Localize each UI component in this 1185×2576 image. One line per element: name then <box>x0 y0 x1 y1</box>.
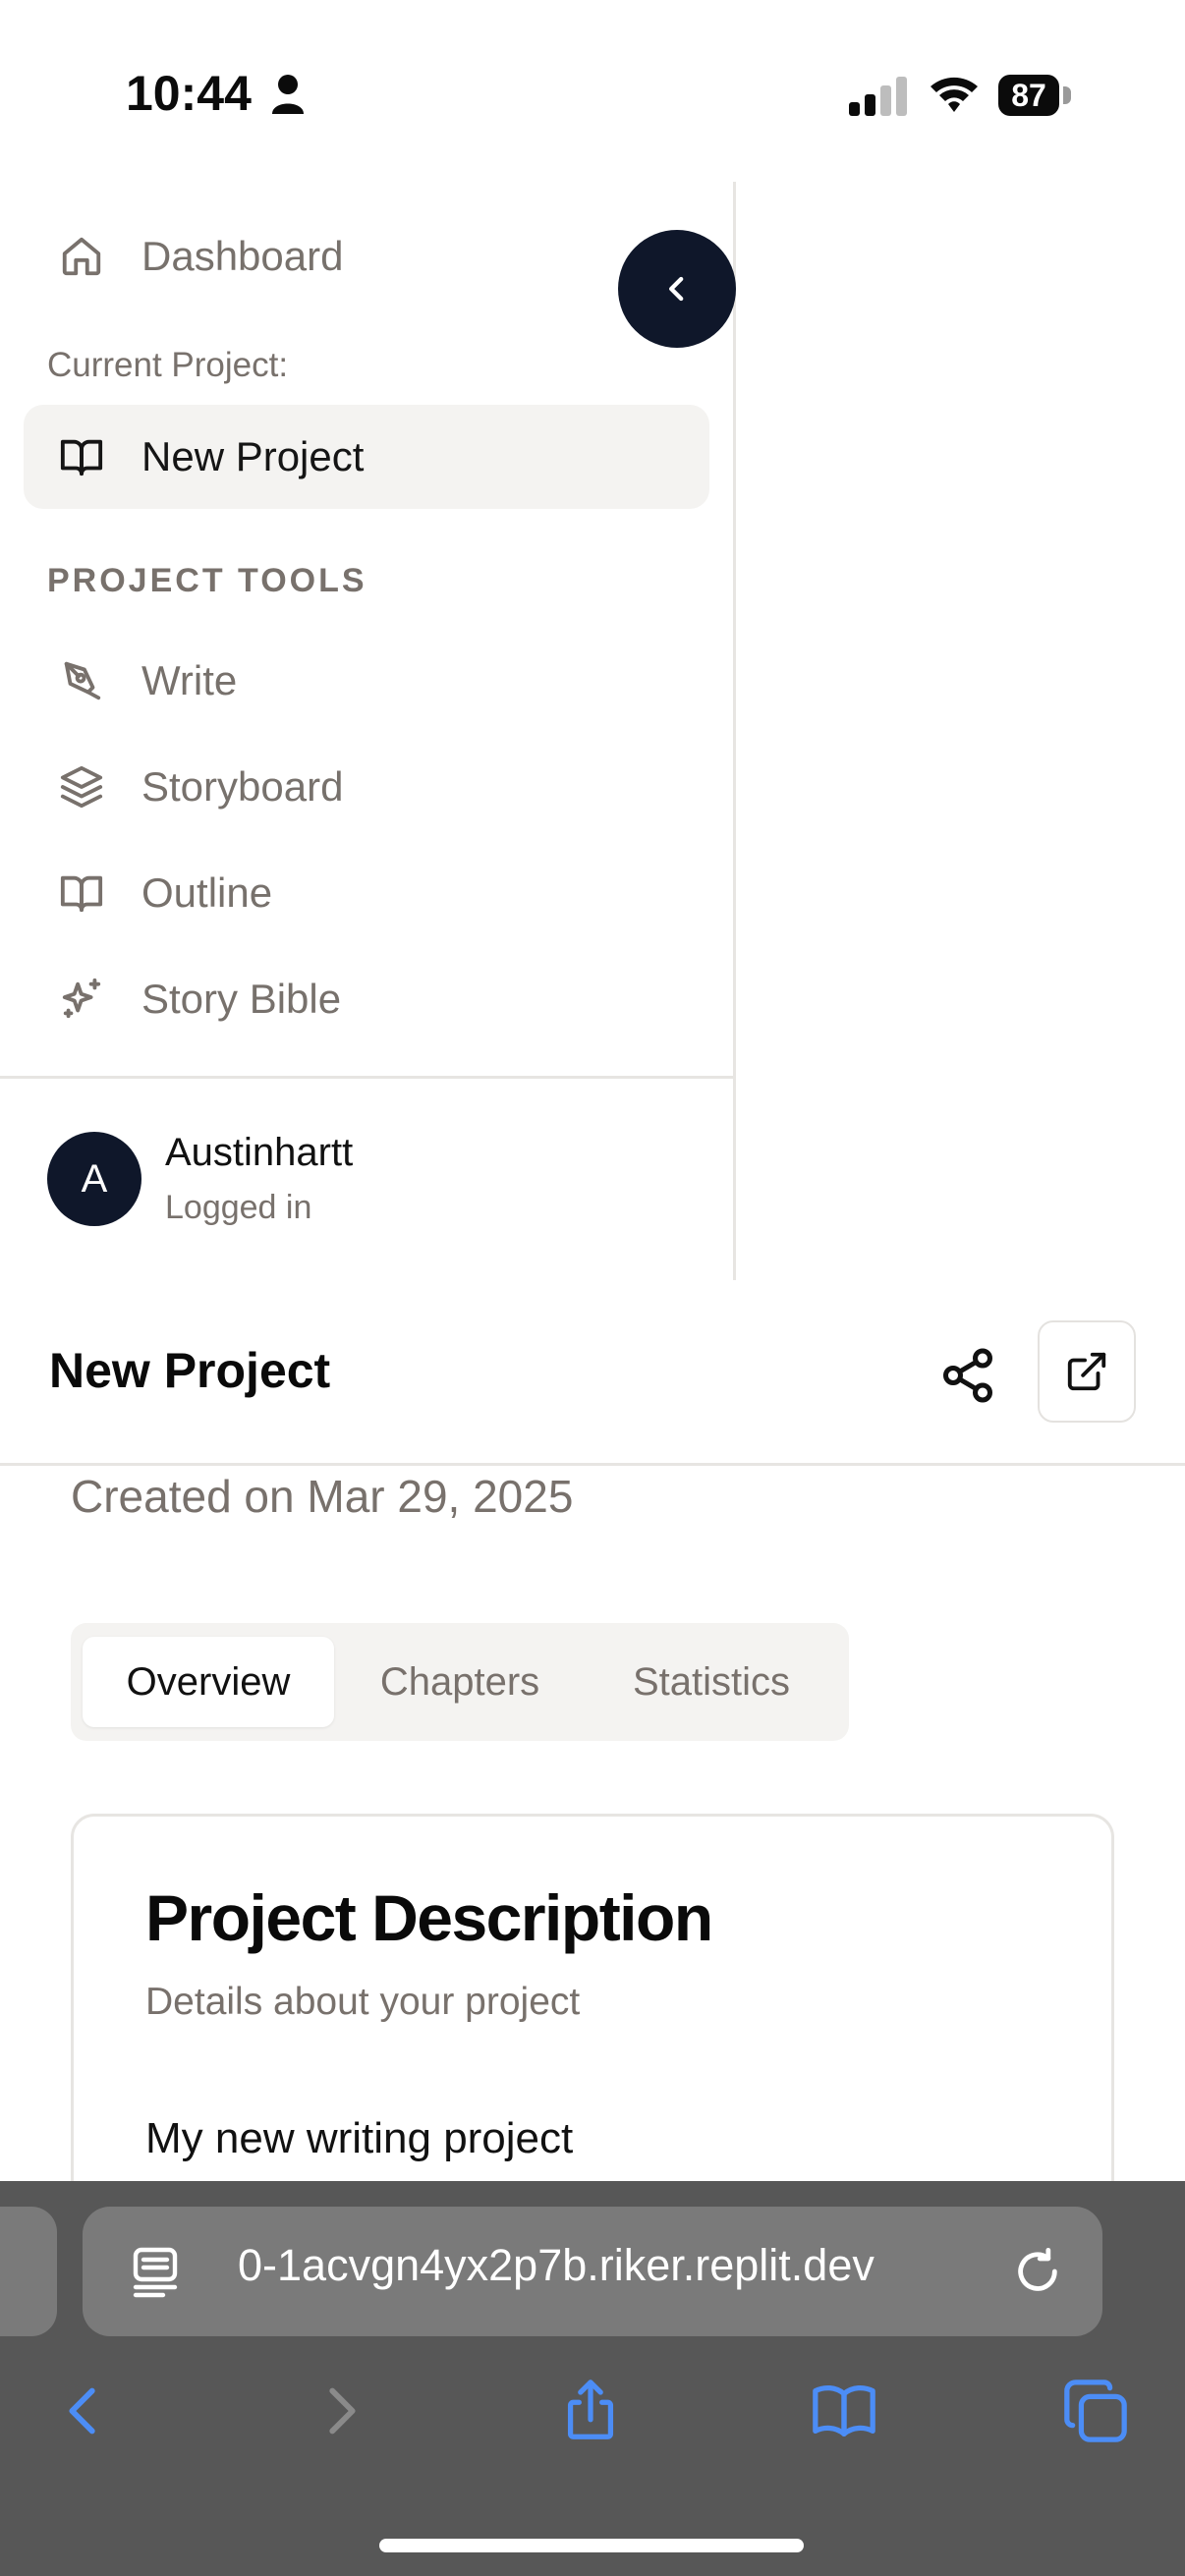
previous-tab-preview[interactable] <box>0 2207 57 2336</box>
battery-icon: 87 <box>998 75 1059 116</box>
created-date: Created on Mar 29, 2025 <box>71 1471 574 1522</box>
book-open-icon <box>60 439 103 476</box>
pen-icon <box>64 661 101 700</box>
avatar[interactable]: A <box>47 1132 141 1226</box>
status-time: 10:44 <box>126 66 252 121</box>
tab-chapters[interactable]: Chapters <box>346 1637 574 1727</box>
sidebar-divider <box>0 1076 733 1079</box>
book-open-icon <box>60 875 103 913</box>
open-external-button[interactable] <box>1038 1320 1136 1423</box>
tab-overview[interactable]: Overview <box>83 1637 334 1727</box>
user-status: Logged in <box>165 1189 312 1226</box>
tab-list: Overview Chapters Statistics <box>71 1623 849 1741</box>
home-icon <box>62 237 101 276</box>
bookmarks-icon[interactable] <box>810 2376 878 2446</box>
battery-level: 87 <box>1011 77 1046 113</box>
share-icon[interactable] <box>938 1346 997 1405</box>
signal-icon <box>849 77 907 116</box>
back-icon[interactable] <box>49 2376 118 2446</box>
reload-icon[interactable] <box>1012 2246 1063 2297</box>
sidebar-item-story-bible[interactable]: Story Bible <box>24 947 709 1051</box>
user-name: Austinhartt <box>165 1131 354 1174</box>
sidebar-item-label: New Project <box>141 433 365 479</box>
card-title: Project Description <box>145 1881 713 1954</box>
sidebar-item-label: Dashboard <box>141 233 344 279</box>
project-tools-heading: PROJECT TOOLS <box>47 562 367 599</box>
collapse-sidebar-button[interactable] <box>618 230 736 348</box>
page-title: New Project <box>49 1343 331 1398</box>
tabs-icon[interactable] <box>1061 2376 1130 2446</box>
header-divider <box>0 1463 1185 1466</box>
person-icon <box>272 75 304 114</box>
share-icon[interactable] <box>556 2376 625 2446</box>
sidebar-item-label: Outline <box>141 869 273 916</box>
sidebar-item-storyboard[interactable]: Storyboard <box>24 735 709 839</box>
external-link-icon <box>1067 1352 1106 1391</box>
sidebar-item-write[interactable]: Write <box>24 629 709 733</box>
url-text[interactable]: 0-1acvgn4yx2p7b.riker.replit.dev <box>238 2240 985 2299</box>
layers-icon <box>60 765 103 809</box>
sidebar-item-label: Storyboard <box>141 763 344 810</box>
sidebar-item-current-project[interactable]: New Project <box>24 405 709 509</box>
battery-tip <box>1063 86 1071 104</box>
current-project-caption: Current Project: <box>47 346 289 384</box>
chevron-left-icon <box>669 276 684 302</box>
sidebar-item-label: Write <box>141 657 238 703</box>
page-menu-icon[interactable] <box>128 2244 183 2299</box>
sidebar-item-outline[interactable]: Outline <box>24 841 709 945</box>
sidebar-item-label: Story Bible <box>141 976 342 1022</box>
home-indicator[interactable] <box>379 2539 804 2552</box>
sparkles-icon <box>62 978 101 1019</box>
wifi-icon <box>931 77 978 112</box>
project-description-text: My new writing project <box>145 2114 574 2162</box>
card-subtitle: Details about your project <box>145 1981 581 2023</box>
forward-icon[interactable] <box>307 2376 375 2446</box>
sidebar-item-dashboard[interactable]: Dashboard <box>24 204 709 308</box>
tab-statistics[interactable]: Statistics <box>582 1637 841 1727</box>
